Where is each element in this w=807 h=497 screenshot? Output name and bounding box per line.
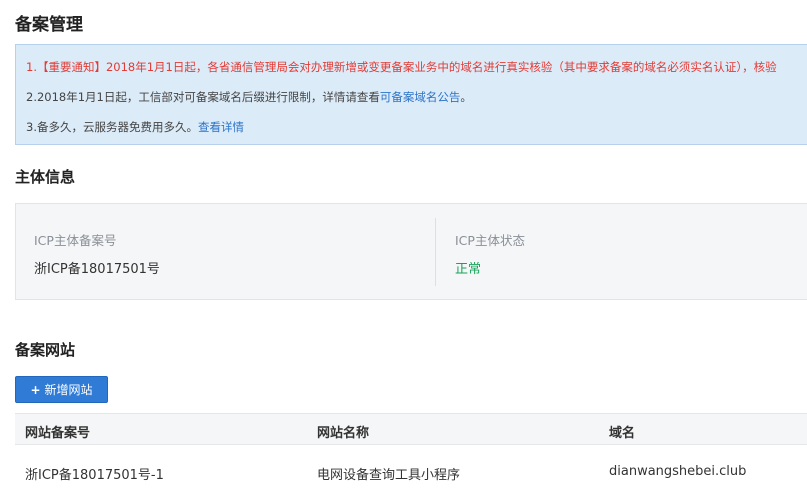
sites-table-header: 网站备案号 网站名称 域名 [15, 413, 807, 445]
cell-site-icp-number: 浙ICP备18017501号-1 [25, 468, 164, 483]
add-site-button-label: 新增网站 [44, 383, 93, 397]
subject-info-panel: ICP主体备案号 浙ICP备18017501号 ICP主体状态 正常 [15, 203, 807, 300]
notice-line-free-server-text: 3.备多久，云服务器免费用多久。 [26, 120, 198, 134]
table-row: 浙ICP备18017501号-1 电网设备查询工具小程序 dianwangshe… [15, 445, 807, 497]
icp-number-value: 浙ICP备18017501号 [34, 262, 160, 277]
cell-site-name: 电网设备查询工具小程序 [317, 468, 461, 483]
panel-divider [435, 218, 436, 286]
add-site-button[interactable]: + 新增网站 [15, 376, 108, 403]
notice-line-suffix: 2.2018年1月1日起，工信部对可备案域名后缀进行限制，详情请查看可备案域名公… [26, 89, 472, 105]
icp-status-label: ICP主体状态 [455, 233, 525, 248]
icp-filing-page: 备案管理 1.【重要通知】2018年1月1日起，各省通信管理局会对办理新增或变更… [0, 0, 807, 497]
notice-line-important: 1.【重要通知】2018年1月1日起，各省通信管理局会对办理新增或变更备案业务中… [26, 60, 777, 74]
notice-line-suffix-end: 。 [460, 90, 472, 104]
icp-status-value: 正常 [455, 262, 482, 277]
cell-domain: dianwangshebei.club [609, 464, 747, 479]
notice-panel: 1.【重要通知】2018年1月1日起，各省通信管理局会对办理新增或变更备案业务中… [15, 44, 807, 145]
plus-icon: + [30, 382, 41, 397]
view-details-link[interactable]: 查看详情 [198, 120, 244, 134]
notice-line-suffix-text: 2.2018年1月1日起，工信部对可备案域名后缀进行限制，详情请查看 [26, 90, 380, 104]
domain-suffix-announcement-link[interactable]: 可备案域名公告 [380, 90, 461, 104]
column-header-site-icp-number: 网站备案号 [25, 426, 91, 441]
page-title: 备案管理 [15, 15, 83, 35]
column-header-site-name: 网站名称 [317, 426, 370, 441]
icp-number-label: ICP主体备案号 [34, 233, 117, 248]
filed-sites-title: 备案网站 [15, 341, 76, 359]
column-header-domain: 域名 [609, 426, 636, 441]
notice-line-free-server: 3.备多久，云服务器免费用多久。查看详情 [26, 119, 244, 135]
subject-info-title: 主体信息 [15, 168, 76, 186]
